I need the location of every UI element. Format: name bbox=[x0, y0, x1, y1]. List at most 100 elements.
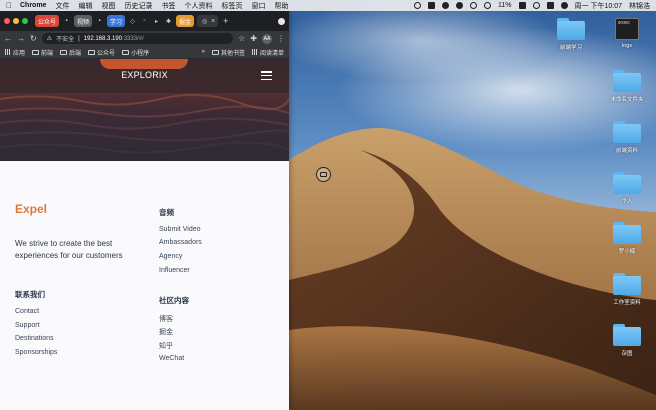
tab-favicon-icon[interactable]: ▪ bbox=[95, 17, 104, 26]
extensions-icon[interactable]: ✚ bbox=[250, 34, 257, 43]
control-center-icon[interactable] bbox=[546, 2, 554, 9]
folder-icon bbox=[613, 324, 641, 346]
tab-favicon-icon[interactable]: ▪ bbox=[62, 17, 71, 26]
wechat-icon[interactable] bbox=[456, 2, 464, 9]
warning-icon: ⚠ bbox=[46, 36, 53, 42]
hero-banner: EXPLORIX bbox=[0, 59, 289, 161]
menu-window[interactable]: 窗口 bbox=[251, 1, 265, 11]
terminal-icon: exec bbox=[615, 18, 639, 40]
menu-help[interactable]: 帮助 bbox=[274, 1, 288, 11]
reading-list-icon bbox=[251, 49, 258, 55]
tab-active[interactable]: ◎ × bbox=[197, 15, 219, 27]
menu-edit[interactable]: 编辑 bbox=[78, 1, 92, 11]
screenshot-cursor-icon bbox=[316, 167, 331, 182]
desktop-item-label: 工作室资料 bbox=[613, 300, 641, 306]
bookmark-reading-list[interactable]: 阅读清单 bbox=[251, 48, 284, 57]
footer-link-wechat[interactable]: WeChat bbox=[159, 355, 184, 362]
menu-profiles[interactable]: 个人资料 bbox=[184, 1, 212, 11]
footer-link-juejin[interactable]: 掘金 bbox=[159, 327, 173, 337]
address-bar[interactable]: ⚠ 不安全 | 192.168.3.190:3333/#/ bbox=[41, 33, 234, 44]
close-window-button[interactable] bbox=[4, 18, 10, 24]
bookmark-folder[interactable]: 小程序 bbox=[122, 48, 149, 57]
footer-link-sponsorships[interactable]: Sponsorships bbox=[15, 349, 57, 356]
footer-link-influencer[interactable]: Influencer bbox=[159, 267, 190, 274]
star-bookmark-icon[interactable]: ☆ bbox=[238, 34, 245, 43]
footer-link-destinations[interactable]: Destinations bbox=[15, 335, 54, 342]
bookmarks-overflow-button[interactable]: » bbox=[202, 49, 205, 55]
menu-view[interactable]: 视图 bbox=[101, 1, 115, 11]
desktop-item[interactable]: 杂图 bbox=[605, 324, 649, 357]
tab-favicon-icon[interactable]: ▫ bbox=[140, 17, 149, 26]
site-footer: Expel We strive to create the best exper… bbox=[0, 161, 289, 410]
folder-icon bbox=[613, 222, 641, 244]
menu-file[interactable]: 文件 bbox=[55, 1, 69, 11]
desktop-item[interactable]: 工作室资料 bbox=[605, 273, 649, 306]
menu-user[interactable]: 林锦浩 bbox=[629, 1, 650, 11]
browser-toolbar: ← → ↻ ⚠ 不安全 | 192.168.3.190:3333/#/ ☆ ✚ … bbox=[0, 31, 289, 46]
desktop-item[interactable]: 未命名文件夹 bbox=[605, 70, 649, 103]
bookmark-label: 应用 bbox=[13, 50, 26, 57]
menu-tabs[interactable]: 标签页 bbox=[221, 1, 242, 11]
tab-search-icon[interactable] bbox=[278, 17, 285, 25]
menu-app-name[interactable]: Chrome bbox=[20, 2, 46, 9]
desktop-item[interactable]: 前端资料 bbox=[605, 121, 649, 154]
footer-link-contact[interactable]: Contact bbox=[15, 308, 39, 315]
bookmark-label: 前端 bbox=[41, 50, 54, 57]
tab-strip: 公众号 ▪ 视频 ▪ 学习 ◇ ▫ ▸ ✱ 掘金 ◎ × + bbox=[0, 11, 289, 31]
battery-icon[interactable] bbox=[518, 2, 526, 9]
search-icon[interactable] bbox=[532, 2, 540, 9]
back-icon[interactable]: ← bbox=[4, 34, 12, 43]
footer-link-ambassadors[interactable]: Ambassadors bbox=[159, 239, 202, 246]
tab-group-juejin[interactable]: 掘金 bbox=[176, 15, 195, 27]
folder-icon bbox=[613, 70, 641, 92]
reload-icon[interactable]: ↻ bbox=[30, 34, 37, 43]
footer-link-agency[interactable]: Agency bbox=[159, 253, 182, 260]
clock-icon[interactable] bbox=[470, 2, 478, 9]
more-menu-icon[interactable]: ⋮ bbox=[277, 34, 285, 43]
tab-group-official-account[interactable]: 公众号 bbox=[35, 15, 60, 27]
folder-icon bbox=[613, 273, 641, 295]
app-status-icon[interactable] bbox=[428, 2, 436, 9]
hamburger-menu-icon[interactable] bbox=[261, 71, 272, 80]
apps-grid-icon bbox=[5, 49, 11, 55]
wifi-icon[interactable] bbox=[484, 2, 492, 9]
tab-favicon-icon[interactable]: ✱ bbox=[164, 17, 173, 26]
siri-icon[interactable] bbox=[560, 2, 568, 9]
browser-window: 公众号 ▪ 视频 ▪ 学习 ◇ ▫ ▸ ✱ 掘金 ◎ × + ← → ↻ ⚠ 不… bbox=[0, 11, 289, 410]
footer-link-support[interactable]: Support bbox=[15, 322, 40, 329]
bookmark-label: 其他书签 bbox=[220, 50, 245, 57]
menu-history[interactable]: 历史记录 bbox=[124, 1, 152, 11]
desktop-item[interactable]: 个人 bbox=[605, 172, 649, 205]
bookmark-folder[interactable]: 后端 bbox=[60, 48, 81, 57]
forward-icon[interactable]: → bbox=[17, 34, 25, 43]
site-logo[interactable]: EXPLORIX bbox=[0, 70, 289, 80]
menu-bookmarks[interactable]: 书签 bbox=[161, 1, 175, 11]
tab-group-video[interactable]: 视频 bbox=[74, 15, 93, 27]
minimize-window-button[interactable] bbox=[13, 18, 19, 24]
profile-avatar[interactable]: AA bbox=[262, 33, 272, 44]
footer-link-blog[interactable]: 博客 bbox=[159, 314, 173, 324]
apple-menu-icon[interactable]:  bbox=[6, 1, 12, 10]
desktop-item-label: 杂图 bbox=[621, 351, 633, 357]
zoom-window-button[interactable] bbox=[22, 18, 28, 24]
footer-link-submit-video[interactable]: Submit Video bbox=[159, 226, 201, 233]
tab-favicon-icon[interactable]: ▸ bbox=[152, 17, 161, 26]
bookmark-apps[interactable]: 应用 bbox=[5, 48, 25, 57]
battery-percent[interactable]: 11% bbox=[498, 2, 512, 9]
bookmark-other[interactable]: 其他书签 bbox=[211, 48, 245, 57]
bookmark-folder[interactable]: 公众号 bbox=[88, 48, 115, 57]
screen-record-icon[interactable] bbox=[414, 2, 422, 9]
desktop-item[interactable]: exec logs bbox=[605, 18, 649, 49]
footer-link-zhihu[interactable]: 知乎 bbox=[159, 341, 173, 351]
bookmark-folder[interactable]: 前端 bbox=[32, 48, 53, 57]
tab-group-study[interactable]: 学习 bbox=[107, 15, 126, 27]
desktop-item[interactable]: 罗小楠 bbox=[605, 222, 649, 255]
desktop-item-label: 前端资料 bbox=[615, 148, 638, 154]
new-tab-button[interactable]: + bbox=[223, 16, 228, 26]
close-tab-icon[interactable]: × bbox=[211, 18, 215, 25]
qq-icon[interactable] bbox=[442, 2, 450, 9]
menu-clock[interactable]: 周一 下午10:07 bbox=[575, 1, 622, 11]
desktop-item[interactable]: 前端学习 bbox=[549, 18, 593, 51]
bookmarks-bar: 应用 前端 后端 公众号 小程序 » 其他书签 阅读清单 bbox=[0, 46, 289, 59]
tab-favicon-icon[interactable]: ◇ bbox=[128, 17, 137, 26]
